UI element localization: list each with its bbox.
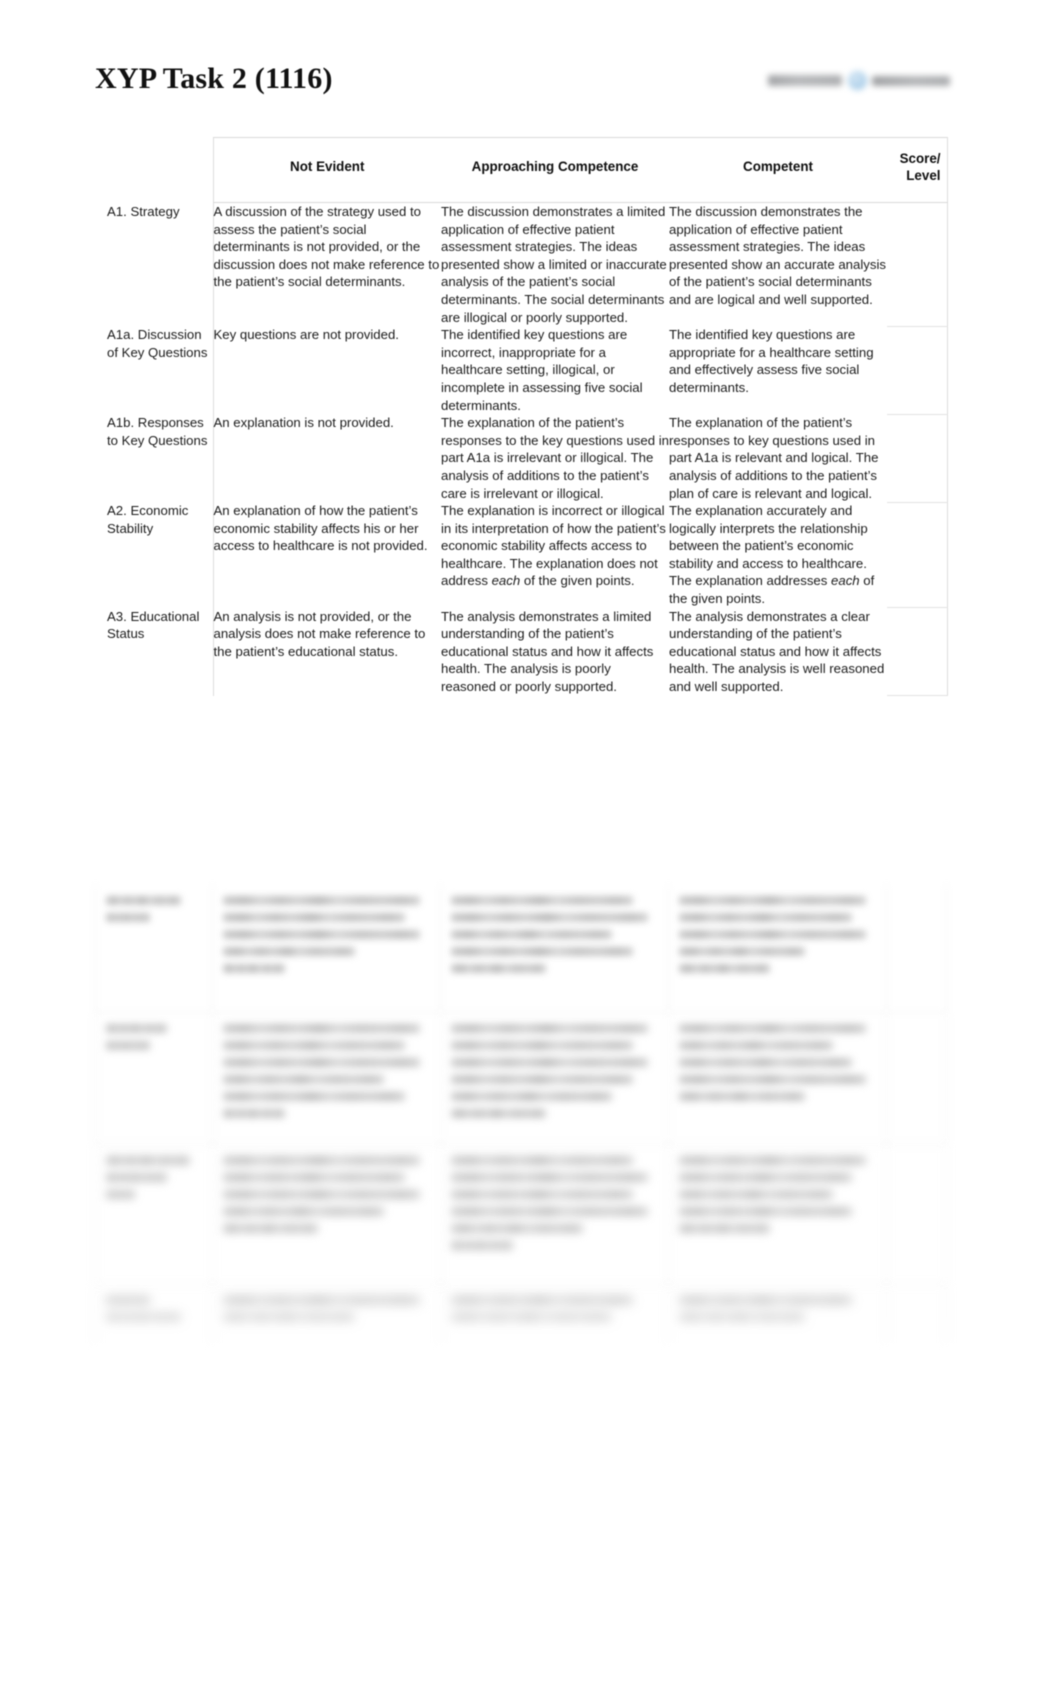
- header-cell-score-level: Score/ Level: [887, 137, 948, 203]
- criterion-label: A2. Economic Stability: [107, 503, 189, 536]
- cell-score[interactable]: [887, 202, 948, 327]
- criterion-label: A1b. Responses to Key Questions: [107, 415, 208, 448]
- redacted-criterion-cell: [95, 1013, 213, 1144]
- cell-score[interactable]: [887, 502, 948, 609]
- redacted-criterion-cell: [95, 1285, 213, 1345]
- cell-not-evident: An explanation of how the patient’s econ…: [212, 502, 441, 608]
- redacted-cell: [669, 1145, 887, 1284]
- cell-approaching: The identified key questions are incorre…: [441, 327, 643, 413]
- cell-approaching: The discussion demonstrates a limited ap…: [441, 204, 667, 325]
- header-cell-criterion: [95, 138, 213, 203]
- header-cell-competent: Competent: [669, 137, 887, 203]
- cell-competent: The analysis demonstrates a clear unders…: [669, 608, 885, 695]
- emphasis-each: each: [831, 573, 860, 589]
- table-row: A1b. Responses to Key Questions An expla…: [95, 414, 948, 503]
- redacted-rows-region: [95, 885, 947, 1353]
- page-title: XYP Task 2 (1116): [95, 62, 333, 95]
- table-header-row: Not Evident Approaching Competence Compe…: [95, 137, 948, 203]
- cell-not-evident: An explanation is not provided.: [212, 414, 441, 503]
- table-row: A1a. Discussion of Key Questions Key que…: [95, 326, 948, 415]
- rubric-table: Not Evident Approaching Competence Compe…: [95, 137, 948, 697]
- redacted-table-row: [95, 1013, 947, 1145]
- page-edge-fade-left: [0, 120, 96, 1380]
- logo-wordmark-right: [872, 76, 950, 86]
- cell-score[interactable]: [887, 607, 948, 697]
- redacted-cell: [213, 885, 441, 1012]
- cell-not-evident: An analysis is not provided, or the anal…: [212, 607, 441, 696]
- criterion-label: A1a. Discussion of Key Questions: [107, 327, 208, 360]
- redacted-score-cell[interactable]: [887, 1145, 947, 1284]
- redacted-cell: [213, 1013, 441, 1144]
- redacted-table-row: [95, 885, 947, 1013]
- redacted-table-row: [95, 1145, 947, 1285]
- redacted-cell: [669, 885, 887, 1012]
- score-label-line2: Level: [906, 168, 941, 183]
- text-post: of the given points.: [520, 573, 635, 589]
- redacted-cell: [669, 1013, 887, 1144]
- redacted-cell: [441, 885, 669, 1012]
- emphasis-each: each: [491, 573, 521, 589]
- institution-logo: [760, 68, 955, 98]
- cell-competent: The explanation accurately and logically…: [669, 502, 887, 608]
- table-row: A3. Educational Status An analysis is no…: [95, 607, 948, 697]
- redacted-criterion-cell: [95, 1145, 213, 1284]
- redacted-cell: [441, 1285, 669, 1345]
- redacted-cell: [441, 1145, 669, 1284]
- header-cell-not-evident: Not Evident: [212, 137, 441, 203]
- redacted-table-row: [95, 1285, 947, 1345]
- cell-not-evident: A discussion of the strategy used to ass…: [212, 202, 441, 327]
- cell-competent: The discussion demonstrates the applicat…: [669, 204, 886, 307]
- logo-wordmark-left: [768, 75, 842, 86]
- score-label-line1: Score/: [899, 151, 941, 166]
- cell-approaching: The explanation is incorrect or illogica…: [441, 502, 669, 608]
- redacted-cell: [669, 1285, 887, 1345]
- criterion-label: A3. Educational Status: [107, 608, 200, 642]
- redacted-score-cell[interactable]: [887, 1013, 947, 1144]
- cell-not-evident: Key questions are not provided.: [212, 326, 441, 415]
- cell-competent: The explanation of the patient’s respons…: [669, 415, 879, 501]
- cell-approaching: The analysis demonstrates a limited unde…: [441, 608, 654, 695]
- redacted-cell: [441, 1013, 669, 1144]
- cell-score[interactable]: [887, 326, 948, 415]
- page-edge-fade-right: [962, 120, 1062, 1380]
- document-page: XYP Task 2 (1116) Not Evident Approachin…: [0, 0, 1062, 1686]
- table-row: A2. Economic Stability An explanation of…: [95, 502, 948, 609]
- cell-competent: The identified key questions are appropr…: [669, 327, 874, 395]
- logo-circle-icon: [848, 71, 867, 90]
- redacted-score-cell[interactable]: [887, 885, 947, 1012]
- header-cell-approaching: Approaching Competence: [441, 137, 669, 203]
- redacted-score-cell[interactable]: [887, 1285, 947, 1345]
- table-row: A1. Strategy A discussion of the strateg…: [95, 202, 948, 327]
- cell-score[interactable]: [887, 414, 948, 503]
- redacted-cell: [213, 1285, 441, 1345]
- criterion-label: A1. Strategy: [107, 203, 180, 219]
- redacted-cell: [213, 1145, 441, 1284]
- cell-approaching: The explanation of the patient’s respons…: [441, 415, 669, 501]
- redacted-criterion-cell: [95, 885, 213, 1012]
